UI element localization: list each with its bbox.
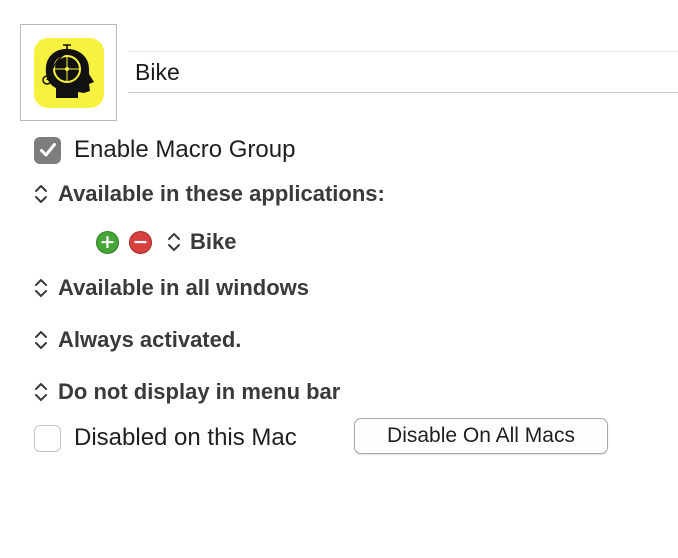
plus-circle-icon[interactable]: +	[96, 230, 119, 254]
windows-popup-label: Available in all windows	[58, 275, 310, 300]
application-name: Bike	[190, 229, 237, 254]
minus-circle-icon[interactable]: −	[129, 230, 152, 254]
applications-popup[interactable]: Available in these applications:	[33, 181, 385, 207]
enable-macro-group-label: Enable Macro Group	[74, 136, 296, 163]
disabled-on-this-mac-row[interactable]: Disabled on this Mac	[34, 424, 297, 452]
group-icon-well[interactable]	[20, 24, 117, 121]
up-down-chevron-icon	[35, 185, 47, 203]
checkmark-icon	[39, 143, 56, 157]
group-name-field[interactable]	[128, 51, 678, 93]
application-popup[interactable]: Bike	[166, 229, 236, 255]
disable-on-all-macs-button[interactable]: Disable On All Macs	[354, 418, 608, 454]
enable-macro-group-row[interactable]: Enable Macro Group	[34, 136, 295, 164]
penny-farthing-head-icon	[34, 38, 104, 108]
up-down-chevron-icon	[35, 331, 47, 349]
menu-bar-popup-label: Do not display in menu bar	[58, 379, 341, 404]
activation-popup-label: Always activated.	[58, 327, 242, 352]
disabled-on-this-mac-label: Disabled on this Mac	[74, 424, 297, 451]
applications-popup-label: Available in these applications:	[58, 181, 385, 206]
up-down-chevron-icon	[168, 233, 180, 251]
application-item: + − Bike	[96, 229, 236, 255]
up-down-chevron-icon	[35, 383, 47, 401]
activation-popup[interactable]: Always activated.	[33, 327, 241, 353]
windows-popup[interactable]: Available in all windows	[33, 275, 309, 301]
enable-macro-group-checkbox[interactable]	[34, 136, 61, 164]
menu-bar-popup[interactable]: Do not display in menu bar	[33, 379, 340, 405]
disabled-on-this-mac-checkbox[interactable]	[34, 424, 61, 452]
up-down-chevron-icon	[35, 279, 47, 297]
